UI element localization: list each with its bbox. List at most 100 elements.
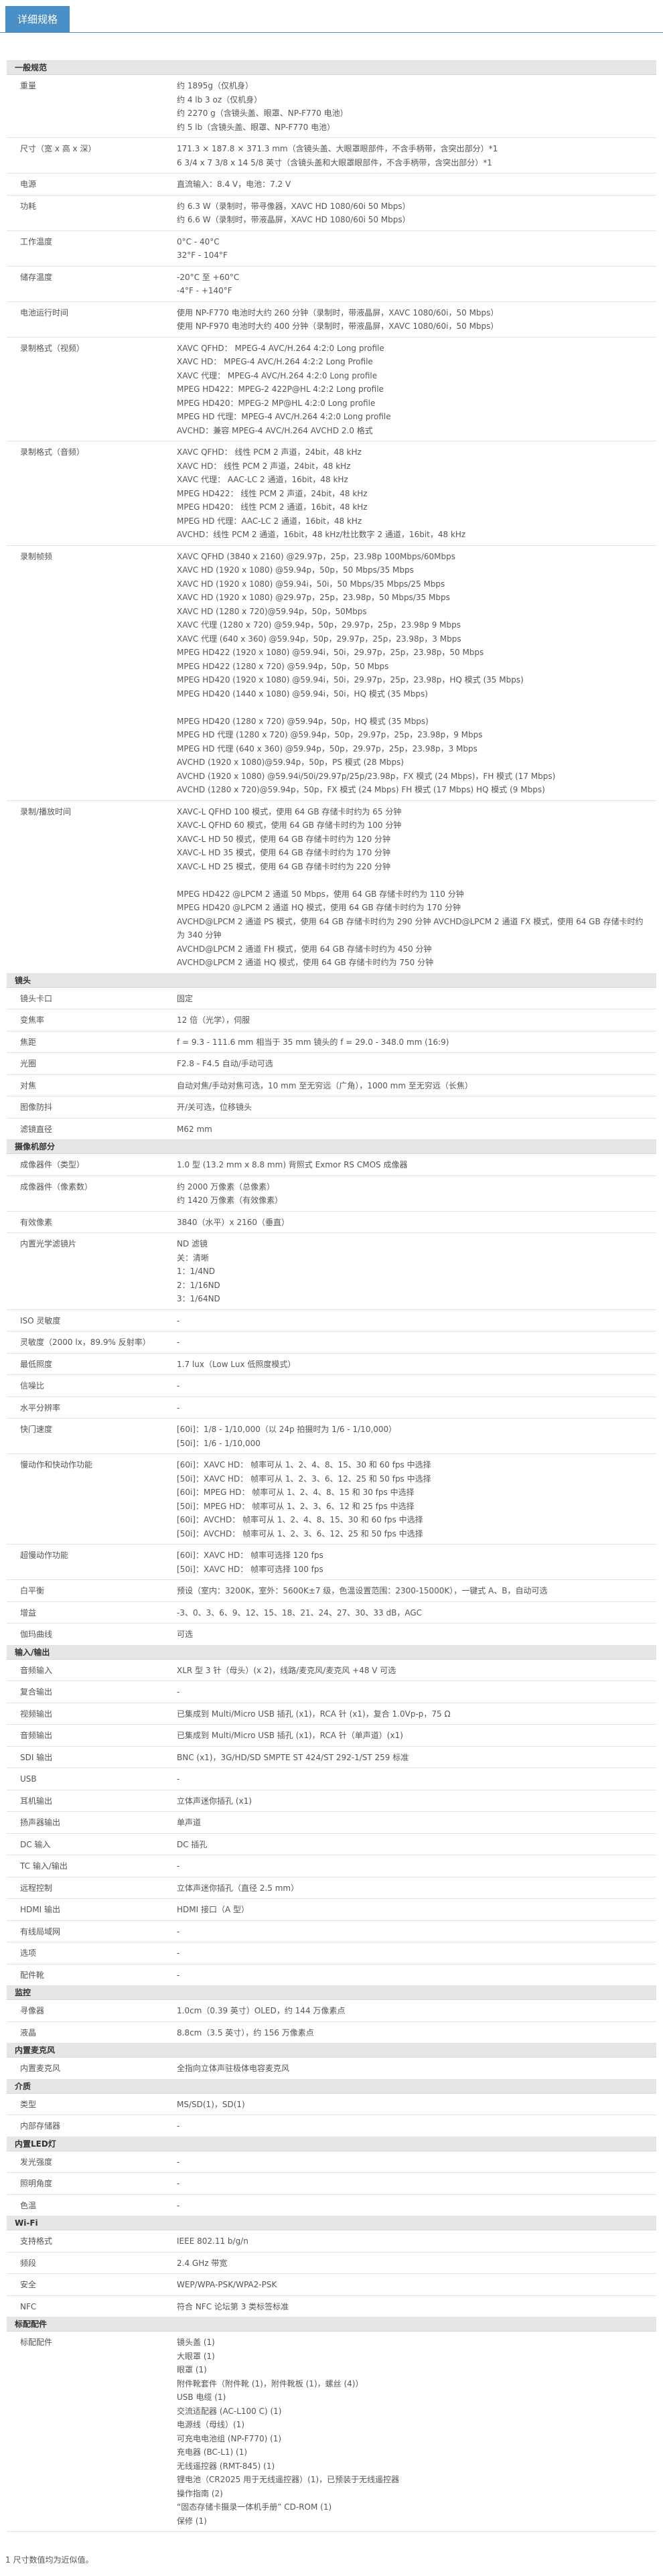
spec-value-line: MPEG HD420 (1440 x 1080) @59.94i，50i，HQ …	[177, 689, 428, 699]
spec-label: 变焦率	[20, 1015, 45, 1025]
spec-value-line: XAVC HD： 线性 PCM 2 声道，24bit，48 kHz	[177, 461, 351, 471]
spec-value-line: XAVC 代理 (1280 x 720) @59.94p，50p，29.97p，…	[177, 620, 461, 630]
spec-value-group: 3840（水平）x 2160（垂直）	[177, 1216, 648, 1230]
spec-value-line: MPEG HD420 (1920 x 1080) @59.94i，50i，29.…	[177, 675, 524, 685]
spec-value-line: 可充电电池组 (NP-F770) (1)	[177, 2433, 282, 2443]
spec-value-line: 1.0cm（0.39 英寸）OLED，约 144 万像素点	[177, 2006, 346, 2015]
spec-row: 有效像素 3840（水平）x 2160（垂直）	[7, 1212, 656, 1233]
spec-value: -	[173, 2199, 656, 2213]
spec-value: MS/SD(1)，SD(1)	[173, 2098, 656, 2112]
spec-value-line: 无线遥控器 (RMT-845) (1)	[177, 2461, 275, 2471]
spec-label: 光圈	[20, 1059, 37, 1068]
spec-value-line: 单声道	[177, 1818, 202, 1827]
spec-value-line: M62 mm	[177, 1124, 212, 1134]
spec-value-line: XAVC HD (1920 x 1080) @29.97p，25p，23.98p…	[177, 593, 450, 602]
spec-label: 标配配件	[20, 2338, 53, 2347]
spec-value-line: F2.8 - F4.5 自动/手动可选	[177, 1059, 273, 1068]
spec-row: 镜头卡口 固定	[7, 988, 656, 1009]
spec-label: 镜头卡口	[20, 993, 53, 1003]
section-header: 介质	[7, 2079, 656, 2094]
spec-label: 快门速度	[20, 1425, 53, 1434]
spec-value-line: 全指向立体声驻极体电容麦克风	[177, 2064, 290, 2073]
spec-label: 选项	[20, 1948, 37, 1958]
spec-value-line: -	[177, 1970, 180, 1980]
spec-label: 类型	[20, 2099, 37, 2109]
spec-value-line: MPEG HD422：MPEG-2 422P@HL 4:2:2 Long pro…	[177, 384, 384, 394]
spec-value-group: -	[177, 1772, 648, 1786]
spec-value-line: -	[177, 2121, 180, 2131]
spec-row: 选项 -	[7, 1942, 656, 1964]
spec-value-line: -	[177, 1315, 180, 1326]
spec-label: 复合输出	[20, 1687, 53, 1697]
spec-value-line: -	[177, 2200, 180, 2210]
spec-row: 视频输出 已集成到 Multi/Micro USB 插孔 (x1)，RCA 针 (…	[7, 1703, 656, 1725]
spec-value-line: 保修 (1)	[177, 2516, 207, 2526]
spec-value-line: AVCHD@LPCM 2 通道 PS 模式，使用 64 GB 存储卡时约为 29…	[177, 916, 644, 940]
spec-label: 慢动作和快动作功能	[20, 1460, 93, 1470]
spec-label: ISO 灵敏度	[20, 1315, 61, 1326]
spec-value: 2.4 GHz 带宽	[173, 2257, 656, 2271]
spec-value: XAVC QFHD： MPEG-4 AVC/H.264 4:2:0 Long p…	[173, 342, 656, 438]
spec-label: 内部存储器	[20, 2121, 61, 2131]
spec-value-line: [50i]：XAVC HD： 帧率可从 1、2、3、6、12、25 和 50 f…	[177, 1474, 431, 1484]
spec-value-line: MPEG HD420 (1280 x 720) @59.94p，50p，HQ 模…	[177, 716, 429, 726]
spec-value-group: ND 滤镜 关：清晰 1：1/4ND 2：1/16ND 3：1/64ND	[177, 1237, 648, 1306]
spec-label: 水平分辨率	[20, 1403, 61, 1413]
spec-value: ND 滤镜 关：清晰 1：1/4ND 2：1/16ND 3：1/64ND	[173, 1237, 656, 1306]
spec-label: 录制/播放时间	[20, 806, 72, 816]
spec-row: 扬声器输出 单声道	[7, 1812, 656, 1834]
spec-row: 寻像器 1.0cm（0.39 英寸）OLED，约 144 万像素点	[7, 2000, 656, 2022]
spec-value-line: [50i]：AVCHD： 帧率可从 1、2、3、6、12、25 和 50 fps…	[177, 1528, 423, 1539]
spec-value: [60i]：1/8 - 1/10,000（以 24p 拍摄时为 1/6 - 1/…	[173, 1423, 656, 1450]
section-header: Wi-Fi	[7, 2216, 656, 2230]
spec-value-line: XAVC QFHD (3840 x 2160) @29.97p，25p，23.9…	[177, 551, 456, 561]
tab-detailed-specs[interactable]: 详细规格	[5, 6, 70, 33]
spec-value-group: -	[177, 1401, 648, 1415]
spec-row: 灵敏度（2000 lx，89.9% 反射率） -	[7, 1332, 656, 1354]
spec-row: 伽玛曲线 可选	[7, 1624, 656, 1646]
spec-value-line: XAVC-L HD 35 模式，使用 64 GB 存储卡时约为 170 分钟	[177, 848, 391, 857]
spec-row: 焦距 f = 9.3 - 111.6 mm 相当于 35 mm 镜头的 f = 2…	[7, 1031, 656, 1053]
spec-value: -	[173, 1772, 656, 1786]
spec-label: 音频输出	[20, 1731, 53, 1740]
spec-value-line: 使用 NP-F770 电池时大约 260 分钟（录制时，带液晶屏，XAVC 10…	[177, 307, 499, 317]
spec-value-group: MS/SD(1)，SD(1)	[177, 2098, 648, 2112]
spec-value-group: XLR 型 3 针（母头）(x 2)，线路/麦克风/麦克风 +48 V 可选	[177, 1664, 648, 1678]
spec-value: -	[173, 1859, 656, 1873]
spec-value-line: -	[177, 1926, 180, 1936]
spec-value: -	[173, 1401, 656, 1415]
spec-value-group: 1.0 型 (13.2 mm x 8.8 mm) 背照式 Exmor RS CM…	[177, 1158, 648, 1172]
spec-label: 频段	[20, 2258, 37, 2268]
spec-value: -	[173, 2155, 656, 2169]
spec-value-line: 32°F - 104°F	[177, 251, 228, 260]
spec-label: 发光强度	[20, 2157, 53, 2167]
spec-value-line: 约 6.3 W（录制时，带寻像器，XAVC HD 1080/60i 50 Mbp…	[177, 201, 411, 211]
spec-value: 立体声迷你插孔 (x1)	[173, 1794, 656, 1808]
spec-value-group: -	[177, 1314, 648, 1328]
spec-value-group: IEEE 802.11 b/g/n	[177, 2234, 648, 2248]
spec-value-line: 大眼罩 (1)	[177, 2351, 215, 2361]
spec-value-group: XAVC-L QFHD 100 模式，使用 64 GB 存储卡时约为 65 分钟…	[177, 805, 648, 874]
spec-value: 约 1895g（仅机身） 约 4 lb 3 oz（仅机身） 约 2270 g（含镜头…	[173, 79, 656, 134]
spec-label: 工作温度	[20, 236, 53, 246]
spec-value-group: 自动对焦/手动对焦可选，10 mm 至无穷远（广角），1000 mm 至无穷远（…	[177, 1079, 648, 1093]
spec-value-line: [50i]：MPEG HD： 帧率可从 1、2、3、6、12 和 25 fps …	[177, 1501, 415, 1511]
spec-value-line: XAVC QFHD： 线性 PCM 2 声道，24bit，48 kHz	[177, 447, 362, 457]
spec-value-group: -	[177, 2199, 648, 2213]
spec-value-line: 0°C - 40°C	[177, 236, 220, 246]
spec-value: BNC (x1)，3G/HD/SD SMPTE ST 424/ST 292-1/…	[173, 1751, 656, 1765]
spec-row: 变焦率 12 倍（光学），伺服	[7, 1009, 656, 1031]
spec-value-line: 1.0 型 (13.2 mm x 8.8 mm) 背照式 Exmor RS CM…	[177, 1160, 408, 1169]
spec-value: -3、0、3、6、9、12、15、18、21、24、27、30、33 dB，AG…	[173, 1606, 656, 1620]
spec-value-group: -20°C 至 +60°C -4°F - +140°F	[177, 271, 648, 298]
spec-label: TC 输入/输出	[20, 1861, 68, 1871]
spec-row: 功耗 约 6.3 W（录制时，带寻像器，XAVC HD 1080/60i 50 M…	[7, 196, 656, 231]
spec-row: SDI 输出 BNC (x1)，3G/HD/SD SMPTE ST 424/ST …	[7, 1747, 656, 1768]
spec-value-line: 直流输入：8.4 V，电池：7.2 V	[177, 180, 291, 189]
spec-value-group: 8.8cm（3.5 英寸），约 156 万像素点	[177, 2026, 648, 2040]
spec-value-line: 8.8cm（3.5 英寸），约 156 万像素点	[177, 2027, 314, 2037]
spec-value: 直流输入：8.4 V，电池：7.2 V	[173, 177, 656, 192]
spec-row: 安全 WEP/WPA-PSK/WPA2-PSK	[7, 2274, 656, 2296]
spec-value-line: -	[177, 1948, 180, 1958]
spec-value: 1.7 lux（Low Lux 低照度模式）	[173, 1358, 656, 1372]
